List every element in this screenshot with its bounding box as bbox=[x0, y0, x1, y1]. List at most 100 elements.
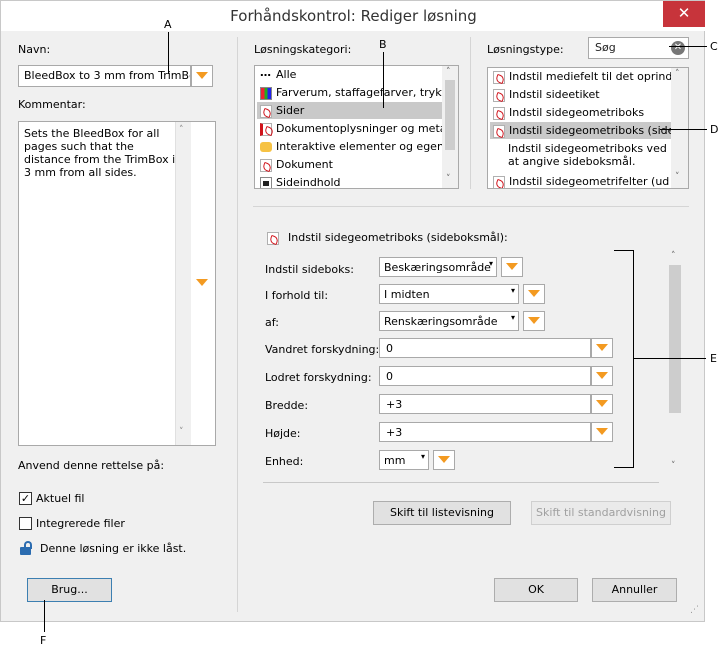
comment-menu-arrow[interactable] bbox=[196, 279, 208, 286]
lock-status-text: Denne løsning er ikke låst. bbox=[40, 542, 187, 555]
usage-button[interactable]: Brug... bbox=[27, 578, 112, 602]
horizontal-offset-menu-button[interactable] bbox=[591, 338, 613, 358]
category-label: Løsningskategori: bbox=[254, 43, 352, 56]
vertical-offset-label: Lodret forskydning: bbox=[265, 371, 372, 384]
comment-icon bbox=[260, 142, 272, 152]
chevron-down-icon bbox=[528, 317, 540, 324]
apply-to-label: Anvend denne rettelse på: bbox=[18, 459, 165, 472]
pdf-icon bbox=[260, 158, 272, 172]
current-file-checkbox[interactable]: ✓ bbox=[19, 492, 32, 505]
comment-textarea[interactable]: Sets the BleedBox for all pages such tha… bbox=[18, 121, 216, 446]
of-label: af: bbox=[265, 316, 279, 329]
chevron-down-icon bbox=[506, 263, 518, 270]
separator bbox=[470, 37, 471, 189]
width-menu-button[interactable] bbox=[591, 394, 613, 414]
fixup-heading: Indstil sidegeometriboks (sideboksmål): bbox=[288, 231, 508, 244]
pdf-icon bbox=[493, 70, 505, 84]
list-item[interactable]: Farverum, staffagefarver, trykfar bbox=[257, 84, 457, 101]
unit-label: Enhed: bbox=[265, 455, 304, 468]
callout-line bbox=[44, 600, 45, 632]
page-box-menu-button[interactable] bbox=[501, 257, 523, 277]
pdf-icon bbox=[260, 104, 272, 118]
chevron-down-icon bbox=[438, 456, 450, 463]
height-input[interactable]: +3 bbox=[379, 422, 591, 442]
scroll-thumb[interactable] bbox=[669, 265, 681, 413]
cancel-button[interactable]: Annuller bbox=[592, 578, 677, 602]
separator bbox=[253, 206, 689, 207]
document-info-icon bbox=[260, 122, 272, 136]
pdf-icon bbox=[267, 231, 279, 245]
list-item[interactable]: Interaktive elementer og egensk bbox=[257, 138, 456, 155]
scroll-up-icon: ˄ bbox=[671, 251, 676, 261]
search-input[interactable]: Søg ✕ bbox=[588, 37, 689, 59]
vertical-offset-input[interactable]: 0 bbox=[379, 366, 591, 386]
of-select[interactable]: Renskæringsområde ▾ bbox=[379, 311, 519, 331]
fixup-type-list[interactable]: Indstil mediefelt til det oprinde Indsti… bbox=[487, 67, 689, 189]
list-item[interactable]: Sideindhold bbox=[257, 174, 443, 188]
height-menu-button[interactable] bbox=[591, 422, 613, 442]
type-scrollbar[interactable]: ˄ ˅ bbox=[671, 68, 688, 188]
callout-f: F bbox=[40, 634, 47, 647]
relative-to-menu-button[interactable] bbox=[523, 284, 545, 304]
pdf-icon bbox=[493, 88, 505, 102]
name-menu-button[interactable] bbox=[191, 65, 213, 87]
comment-scrollbar[interactable]: ˄ ˅ bbox=[175, 122, 191, 445]
search-placeholder: Søg bbox=[595, 41, 616, 54]
chevron-down-icon bbox=[596, 372, 608, 379]
horizontal-offset-input[interactable]: 0 bbox=[379, 338, 591, 358]
callout-line bbox=[168, 32, 169, 74]
category-list[interactable]: … Alle Farverum, staffagefarver, trykfar … bbox=[254, 65, 459, 189]
list-item[interactable]: Indstil mediefelt til det oprinde bbox=[490, 68, 679, 85]
pdf-icon bbox=[493, 175, 505, 188]
tooltip: Indstil sidegeometriboks ved at angive s… bbox=[508, 142, 670, 168]
separator bbox=[263, 482, 659, 483]
list-item[interactable]: Indstil sidegeometriboks (side bbox=[490, 122, 674, 139]
list-item[interactable]: Indstil sidegeometrifelter (ud fr bbox=[490, 173, 681, 188]
ok-button[interactable]: OK bbox=[494, 578, 578, 602]
embedded-files-checkbox[interactable] bbox=[19, 517, 32, 530]
chevron-down-icon bbox=[596, 428, 608, 435]
window-title: Forhåndskontrol: Rediger løsning bbox=[230, 7, 477, 25]
callout-bracket bbox=[614, 250, 634, 251]
name-field[interactable]: BleedBox to 3 mm from TrimBox bbox=[18, 65, 191, 87]
dropdown-arrow-icon: ▾ bbox=[488, 259, 493, 268]
unit-select[interactable]: mm ▾ bbox=[379, 450, 429, 470]
list-view-button[interactable]: Skift til listevisning bbox=[373, 501, 511, 525]
embedded-files-label: Integrerede filer bbox=[36, 517, 125, 530]
callout-line bbox=[660, 129, 707, 130]
callout-e: E bbox=[710, 352, 717, 365]
standard-view-button[interactable]: Skift til standardvisning bbox=[531, 501, 671, 525]
list-item[interactable]: … Alle bbox=[257, 66, 443, 83]
resize-grip-icon[interactable]: ⋰ bbox=[690, 605, 699, 615]
clear-search-icon[interactable]: ✕ bbox=[671, 41, 685, 55]
width-label: Bredde: bbox=[265, 399, 309, 412]
close-button[interactable]: ✕ bbox=[663, 1, 705, 27]
detail-scrollbar[interactable]: ˄ ˅ bbox=[666, 249, 684, 477]
vertical-offset-menu-button[interactable] bbox=[591, 366, 613, 386]
width-input[interactable]: +3 bbox=[379, 394, 591, 414]
unit-menu-button[interactable] bbox=[433, 450, 455, 470]
callout-c: C bbox=[710, 40, 718, 53]
callout-line bbox=[383, 52, 384, 108]
callout-bracket bbox=[633, 250, 634, 468]
list-item[interactable]: Indstil sideetiket bbox=[490, 86, 672, 103]
current-file-label: Aktuel fil bbox=[36, 492, 85, 505]
scroll-down-icon: ˅ bbox=[179, 427, 184, 437]
page-box-label: Indstil sideboks: bbox=[265, 263, 354, 276]
scroll-up-icon: ˄ bbox=[675, 69, 680, 79]
relative-to-select[interactable]: I midten ▾ bbox=[379, 284, 519, 304]
callout-b: B bbox=[379, 38, 387, 51]
of-menu-button[interactable] bbox=[523, 311, 545, 331]
scroll-up-icon: ˄ bbox=[446, 67, 451, 77]
list-item[interactable]: Dokumentoplysninger og metac bbox=[257, 120, 453, 137]
dropdown-arrow-icon: ▾ bbox=[420, 452, 425, 461]
list-item[interactable]: Sider bbox=[257, 102, 443, 119]
scroll-thumb[interactable] bbox=[445, 80, 455, 150]
list-item[interactable]: Indstil sidegeometriboks bbox=[490, 104, 672, 121]
dropdown-arrow-icon: ▾ bbox=[510, 313, 515, 322]
category-scrollbar[interactable]: ˄ ˅ bbox=[442, 66, 458, 188]
list-item[interactable]: Dokument bbox=[257, 156, 443, 173]
comment-label: Kommentar: bbox=[18, 98, 86, 111]
page-box-select[interactable]: Beskæringsområde ▾ bbox=[379, 257, 497, 277]
callout-d: D bbox=[710, 123, 719, 136]
